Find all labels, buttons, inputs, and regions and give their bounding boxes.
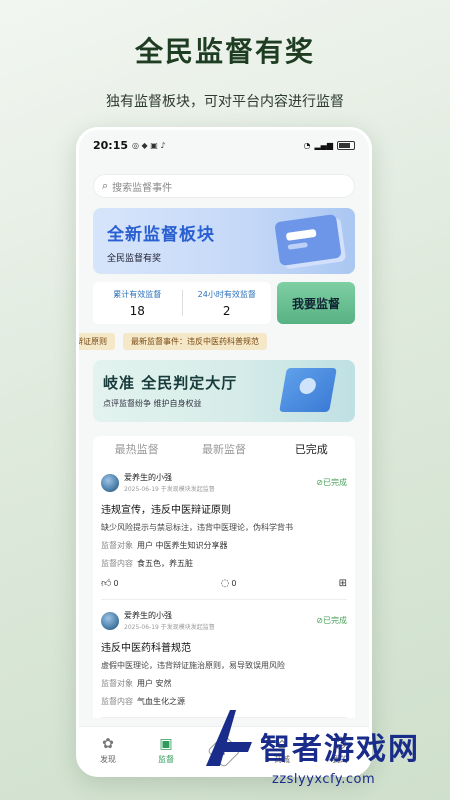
day-stat-value: 2 <box>222 303 231 318</box>
discover-icon: ✿ <box>102 736 114 752</box>
stats-card: 累计有效监督 18 24小时有效监督 2 <box>93 282 271 324</box>
news-ticker: 辩证原则 最新监督事件：违反中医药科普规范 <box>79 332 369 350</box>
status-badge-label: 已完成 <box>323 478 347 487</box>
supervision-feed: 爱养生的小强 2025-06-19 于发现模块发起监督 ⊘已完成 违规宣传，违反… <box>93 462 355 718</box>
watermark-url: zzslyyxcfy.com <box>272 772 376 787</box>
app-notification-icon: ◎ ◆ ▣ ♪ <box>132 140 166 150</box>
judgment-hall-banner[interactable]: 岐准 全民判定大厅 点评监督纷争 维护自身权益 <box>93 360 355 422</box>
watermark-text: 智者游戏网 <box>260 732 420 767</box>
watermark-logo-icon <box>206 710 252 766</box>
content-value: 食五色，养五脏 <box>137 559 193 568</box>
status-time: 20:15 <box>93 138 129 152</box>
signal-icon: ▂▄▆ <box>314 140 333 150</box>
username[interactable]: 爱养生的小强 <box>124 610 316 621</box>
comment-count: 0 <box>231 578 237 588</box>
post-meta: 2025-06-19 于发现模块发起监督 <box>124 486 215 493</box>
thumbs-up-icon: 👍︎ <box>101 578 112 589</box>
stats-row: 累计有效监督 18 24小时有效监督 2 我要监督 <box>93 282 355 324</box>
banner-illustration <box>274 213 342 267</box>
site-watermark: 智者游戏网 zzslyyxcfy.com <box>190 700 450 800</box>
supervise-icon: ▣ <box>159 736 173 752</box>
hero-subtitle: 独有监督板块，可对平台内容进行监督 <box>106 94 344 110</box>
like-count: 0 <box>113 578 119 588</box>
post-description: 虚假中医理论，违背辩证施治原则，易导致误用风险 <box>101 661 285 670</box>
object-value: 用户 安然 <box>137 679 172 688</box>
total-stat-label: 累计有效监督 <box>113 289 162 299</box>
ticker-item[interactable]: 最新监督事件：违反中医药科普规范 <box>123 332 267 350</box>
battery-icon <box>337 140 355 150</box>
total-stat: 累计有效监督 18 <box>93 289 182 318</box>
content-label: 监督内容 <box>101 559 133 568</box>
phone-screen: 20:15 ◎ ◆ ▣ ♪ ◔ ▂▄▆ ⌕ 搜索监督事件 全新监督板块 全民监督… <box>76 127 372 777</box>
wifi-icon: ◔ <box>303 140 311 150</box>
day-stat: 24小时有效监督 2 <box>183 289 272 318</box>
tabbar-supervise[interactable]: ▣ 监督 <box>137 736 195 765</box>
comment-icon: ◌ <box>220 577 230 589</box>
status-badge: ⊘已完成 <box>316 478 347 487</box>
content-value: 气血生化之源 <box>137 697 185 706</box>
search-placeholder: 搜索监督事件 <box>112 182 173 194</box>
tabbar-discover[interactable]: ✿ 发现 <box>79 736 137 765</box>
judgment-hall-illustration <box>279 368 337 412</box>
post-meta: 2025-06-19 于发现模块发起监督 <box>124 624 215 631</box>
ticker-item[interactable]: 辩证原则 <box>79 332 115 350</box>
day-stat-label: 24小时有效监督 <box>197 289 256 299</box>
promo-banner[interactable]: 全新监督板块 全民监督有奖 <box>93 208 355 274</box>
avatar[interactable] <box>101 611 119 630</box>
total-stat-value: 18 <box>129 303 145 318</box>
status-badge-label: 已完成 <box>323 616 347 625</box>
hero-title: 全民监督有奖 <box>134 35 315 68</box>
search-input[interactable]: ⌕ 搜索监督事件 <box>93 174 355 198</box>
object-label: 监督对象 <box>101 541 133 550</box>
feed-tabs: 最热监督 最新监督 已完成 <box>93 436 355 462</box>
gift-icon: ⊞ <box>338 577 348 589</box>
post-description: 缺少风险提示与禁忌标注，违背中医理论，伪科学背书 <box>101 523 293 532</box>
object-label: 监督对象 <box>101 679 133 688</box>
post-title: 违反中医药科普规范 <box>101 643 191 654</box>
supervise-button[interactable]: 我要监督 <box>277 282 355 324</box>
like-button[interactable]: 👍︎ 0 <box>101 577 119 589</box>
tabbar-supervise-label: 监督 <box>158 755 174 764</box>
username[interactable]: 爱养生的小强 <box>124 472 316 483</box>
tabbar-discover-label: 发现 <box>100 755 116 764</box>
comment-button[interactable]: ◌ 0 <box>221 578 237 589</box>
avatar[interactable] <box>101 473 119 492</box>
tab-completed[interactable]: 已完成 <box>268 441 355 457</box>
status-bar: 20:15 ◎ ◆ ▣ ♪ ◔ ▂▄▆ <box>79 130 369 160</box>
status-badge: ⊘已完成 <box>316 616 347 625</box>
tab-latest[interactable]: 最新监督 <box>180 441 267 457</box>
object-value: 用户 中医养生知识分享器 <box>137 541 228 550</box>
list-item[interactable]: 爱养生的小强 2025-06-19 于发现模块发起监督 ⊘已完成 违规宣传，违反… <box>101 462 347 600</box>
content-label: 监督内容 <box>101 697 133 706</box>
search-icon: ⌕ <box>102 179 109 192</box>
post-title: 违规宣传，违反中医辩证原则 <box>101 505 231 516</box>
gift-button[interactable]: ⊞ <box>339 578 347 589</box>
tab-hottest[interactable]: 最热监督 <box>93 441 180 457</box>
